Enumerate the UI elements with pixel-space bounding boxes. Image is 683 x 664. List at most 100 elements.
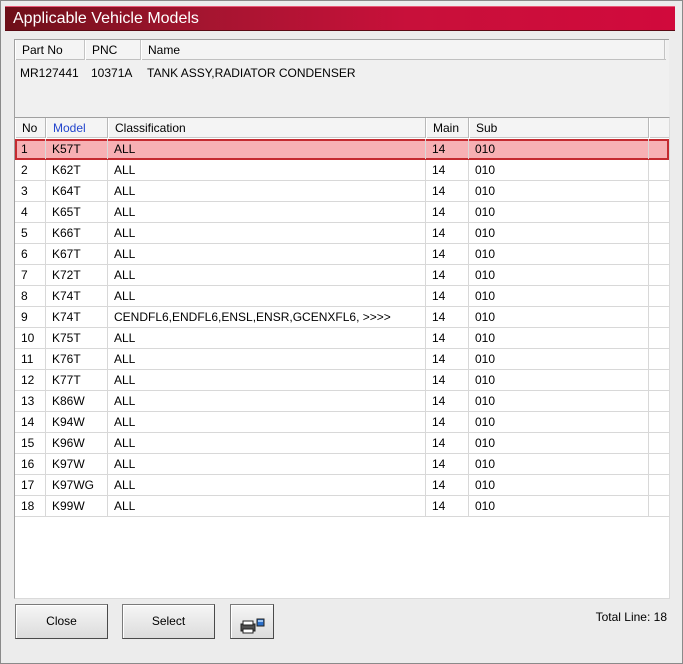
cell-model: K65T bbox=[46, 202, 108, 222]
table-row[interactable]: 11 K76T ALL 14 010 bbox=[15, 349, 669, 370]
cell-main: 14 bbox=[426, 475, 469, 495]
table-row[interactable]: 5 K66T ALL 14 010 bbox=[15, 223, 669, 244]
cell-classification: CENDFL6,ENDFL6,ENSL,ENSR,GCENXFL6, >>>> bbox=[108, 307, 426, 327]
cell-model: K99W bbox=[46, 496, 108, 516]
cell-no: 12 bbox=[15, 370, 46, 390]
cell-filler bbox=[649, 496, 669, 516]
cell-sub: 010 bbox=[469, 454, 649, 474]
cell-no: 11 bbox=[15, 349, 46, 369]
header-part-no[interactable]: Part No bbox=[15, 40, 85, 60]
header-sub[interactable]: Sub bbox=[469, 118, 649, 138]
cell-model: K76T bbox=[46, 349, 108, 369]
print-button[interactable] bbox=[230, 604, 274, 639]
cell-classification: ALL bbox=[108, 244, 426, 264]
table-row[interactable]: 15 K96W ALL 14 010 bbox=[15, 433, 669, 454]
table-row[interactable]: 2 K62T ALL 14 010 bbox=[15, 160, 669, 181]
cell-sub: 010 bbox=[469, 307, 649, 327]
cell-sub: 010 bbox=[469, 160, 649, 180]
header-name[interactable]: Name bbox=[141, 40, 665, 60]
cell-no: 2 bbox=[15, 160, 46, 180]
table-row[interactable]: 3 K64T ALL 14 010 bbox=[15, 181, 669, 202]
table-row[interactable]: 6 K67T ALL 14 010 bbox=[15, 244, 669, 265]
cell-classification: ALL bbox=[108, 496, 426, 516]
cell-main: 14 bbox=[426, 202, 469, 222]
part-name-value: TANK ASSY,RADIATOR CONDENSER bbox=[147, 66, 356, 80]
cell-model: K57T bbox=[46, 139, 108, 159]
cell-classification: ALL bbox=[108, 223, 426, 243]
table-row[interactable]: 4 K65T ALL 14 010 bbox=[15, 202, 669, 223]
part-info-panel: Part No PNC Name MR127441 10371A TANK AS… bbox=[14, 39, 669, 119]
cell-model: K97W bbox=[46, 454, 108, 474]
cell-filler bbox=[649, 433, 669, 453]
cell-model: K66T bbox=[46, 223, 108, 243]
cell-sub: 010 bbox=[469, 433, 649, 453]
header-pnc[interactable]: PNC bbox=[85, 40, 141, 60]
table-row[interactable]: 17 K97WG ALL 14 010 bbox=[15, 475, 669, 496]
vehicle-models-list[interactable]: No Model Classification Main Sub 1 K57T AL… bbox=[14, 117, 670, 599]
cell-filler bbox=[649, 265, 669, 285]
cell-classification: ALL bbox=[108, 433, 426, 453]
table-row[interactable]: 7 K72T ALL 14 010 bbox=[15, 265, 669, 286]
cell-filler bbox=[649, 475, 669, 495]
cell-no: 10 bbox=[15, 328, 46, 348]
table-row[interactable]: 18 K99W ALL 14 010 bbox=[15, 496, 669, 517]
cell-sub: 010 bbox=[469, 223, 649, 243]
table-row[interactable]: 1 K57T ALL 14 010 bbox=[15, 139, 669, 160]
cell-classification: ALL bbox=[108, 391, 426, 411]
title-bar[interactable]: Applicable Vehicle Models bbox=[5, 6, 675, 31]
cell-no: 1 bbox=[15, 139, 46, 159]
table-row[interactable]: 12 K77T ALL 14 010 bbox=[15, 370, 669, 391]
cell-main: 14 bbox=[426, 307, 469, 327]
cell-no: 17 bbox=[15, 475, 46, 495]
cell-no: 6 bbox=[15, 244, 46, 264]
table-row[interactable]: 14 K94W ALL 14 010 bbox=[15, 412, 669, 433]
part-no-value: MR127441 bbox=[20, 66, 79, 80]
cell-classification: ALL bbox=[108, 475, 426, 495]
cell-filler bbox=[649, 286, 669, 306]
cell-filler bbox=[649, 202, 669, 222]
cell-main: 14 bbox=[426, 244, 469, 264]
cell-sub: 010 bbox=[469, 370, 649, 390]
header-classification[interactable]: Classification bbox=[108, 118, 426, 138]
table-row[interactable]: 9 K74T CENDFL6,ENDFL6,ENSL,ENSR,GCENXFL6, … bbox=[15, 307, 669, 328]
cell-main: 14 bbox=[426, 412, 469, 432]
cell-classification: ALL bbox=[108, 139, 426, 159]
table-row[interactable]: 16 K97W ALL 14 010 bbox=[15, 454, 669, 475]
cell-classification: ALL bbox=[108, 412, 426, 432]
cell-main: 14 bbox=[426, 286, 469, 306]
printer-icon bbox=[239, 614, 265, 647]
table-row[interactable]: 13 K86W ALL 14 010 bbox=[15, 391, 669, 412]
cell-no: 9 bbox=[15, 307, 46, 327]
cell-sub: 010 bbox=[469, 286, 649, 306]
table-row[interactable]: 8 K74T ALL 14 010 bbox=[15, 286, 669, 307]
cell-filler bbox=[649, 412, 669, 432]
cell-no: 14 bbox=[15, 412, 46, 432]
total-line-count: Total Line: 18 bbox=[595, 610, 667, 624]
cell-classification: ALL bbox=[108, 454, 426, 474]
table-row[interactable]: 10 K75T ALL 14 010 bbox=[15, 328, 669, 349]
cell-model: K67T bbox=[46, 244, 108, 264]
part-info-row[interactable]: MR127441 10371A TANK ASSY,RADIATOR CONDE… bbox=[15, 63, 666, 83]
cell-main: 14 bbox=[426, 433, 469, 453]
cell-filler bbox=[649, 307, 669, 327]
cell-model: K62T bbox=[46, 160, 108, 180]
header-filler bbox=[649, 118, 669, 138]
close-button[interactable]: Close bbox=[15, 604, 108, 639]
cell-filler bbox=[649, 139, 669, 159]
select-button[interactable]: Select bbox=[122, 604, 215, 639]
header-model[interactable]: Model bbox=[46, 118, 108, 138]
cell-classification: ALL bbox=[108, 328, 426, 348]
cell-classification: ALL bbox=[108, 202, 426, 222]
cell-sub: 010 bbox=[469, 265, 649, 285]
cell-sub: 010 bbox=[469, 181, 649, 201]
cell-sub: 010 bbox=[469, 202, 649, 222]
cell-main: 14 bbox=[426, 139, 469, 159]
cell-classification: ALL bbox=[108, 286, 426, 306]
cell-filler bbox=[649, 391, 669, 411]
header-no[interactable]: No bbox=[15, 118, 46, 138]
header-main[interactable]: Main bbox=[426, 118, 469, 138]
cell-classification: ALL bbox=[108, 181, 426, 201]
cell-filler bbox=[649, 244, 669, 264]
cell-model: K75T bbox=[46, 328, 108, 348]
cell-main: 14 bbox=[426, 160, 469, 180]
